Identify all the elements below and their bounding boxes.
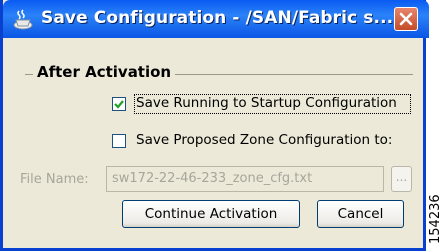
close-icon	[399, 12, 413, 26]
browse-button[interactable]: ...	[391, 166, 412, 192]
figure-id: 154236	[428, 194, 443, 244]
file-name-field[interactable]: sw172-22-46-233_zone_cfg.txt	[106, 166, 384, 192]
save-proposed-label[interactable]: Save Proposed Zone Configuration to:	[136, 132, 392, 148]
cancel-button[interactable]: Cancel	[317, 200, 404, 228]
title-bar[interactable]: Save Configuration - /SAN/Fabric s...	[3, 0, 429, 38]
close-button[interactable]	[394, 7, 418, 31]
window-title: Save Configuration - /SAN/Fabric s...	[41, 8, 394, 28]
continue-activation-button[interactable]: Continue Activation	[122, 200, 300, 228]
java-cup-icon	[12, 8, 34, 30]
check-mark-icon	[114, 100, 124, 109]
save-configuration-dialog: Save Configuration - /SAN/Fabric s... Af…	[0, 0, 429, 251]
save-proposed-checkbox[interactable]	[112, 134, 126, 148]
save-running-checkbox[interactable]	[112, 97, 126, 111]
save-running-label[interactable]: Save Running to Startup Configuration	[136, 95, 397, 111]
group-title: After Activation	[33, 63, 176, 81]
file-name-label: File Name:	[20, 172, 89, 187]
